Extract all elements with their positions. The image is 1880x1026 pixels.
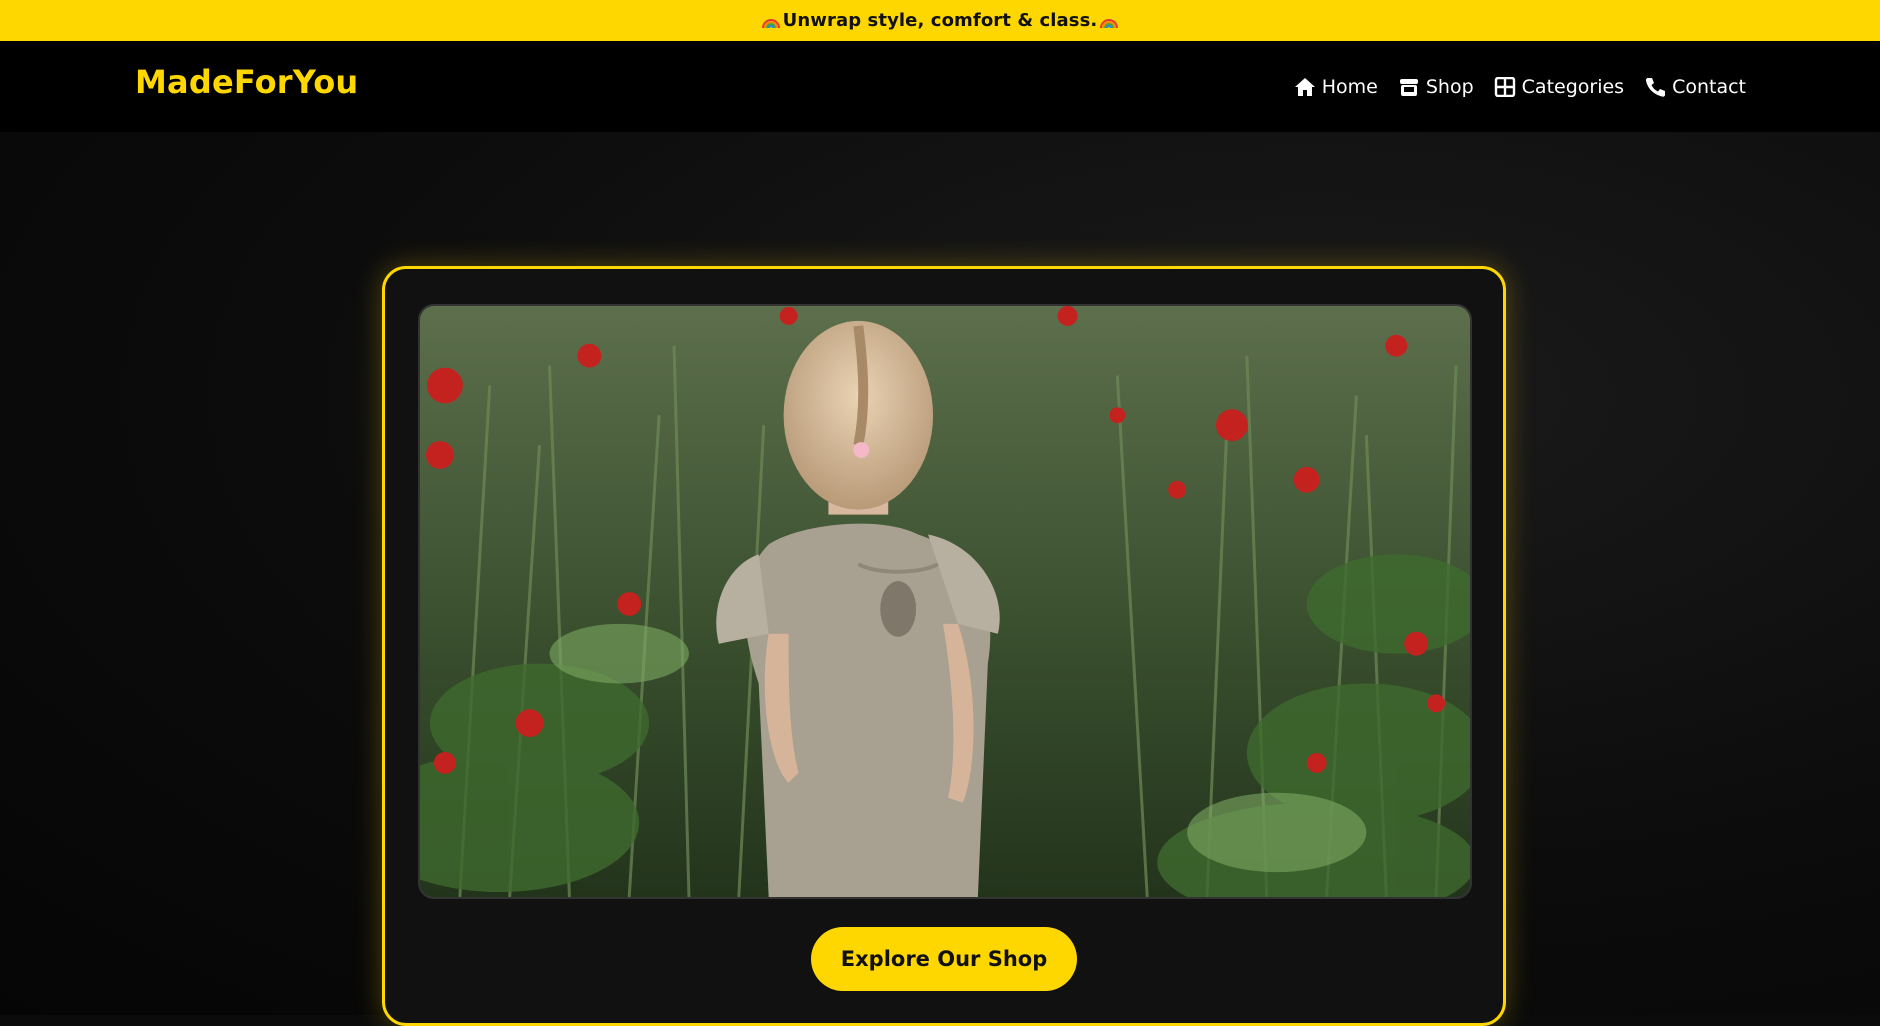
store-icon [1398, 77, 1420, 97]
nav-item-categories[interactable]: Categories [1494, 76, 1624, 98]
nav-label-categories: Categories [1521, 75, 1625, 98]
rainbow-icon [1099, 12, 1119, 30]
navbar: MadeForYou Home Shop Categories Contact [0, 41, 1880, 132]
field-scene-image [420, 306, 1470, 897]
explore-shop-button[interactable]: Explore Our Shop [811, 927, 1077, 991]
home-icon [1294, 77, 1316, 97]
grid-icon [1494, 76, 1516, 97]
phone-icon [1644, 77, 1666, 97]
nav-label-contact: Contact [1672, 75, 1746, 98]
nav-item-home[interactable]: Home [1294, 76, 1378, 98]
brand-logo[interactable]: MadeForYou [135, 63, 358, 101]
announcement-bar: Unwrap style, comfort & class. [0, 0, 1880, 41]
nav-label-shop: Shop [1425, 75, 1474, 98]
hero-video[interactable] [418, 304, 1472, 899]
nav-item-shop[interactable]: Shop [1398, 76, 1474, 98]
nav-item-contact[interactable]: Contact [1644, 76, 1746, 98]
rainbow-icon [761, 12, 781, 30]
announcement-text: Unwrap style, comfort & class. [782, 10, 1098, 31]
main-nav: Home Shop Categories Contact [1294, 41, 1746, 132]
nav-label-home: Home [1321, 75, 1378, 98]
